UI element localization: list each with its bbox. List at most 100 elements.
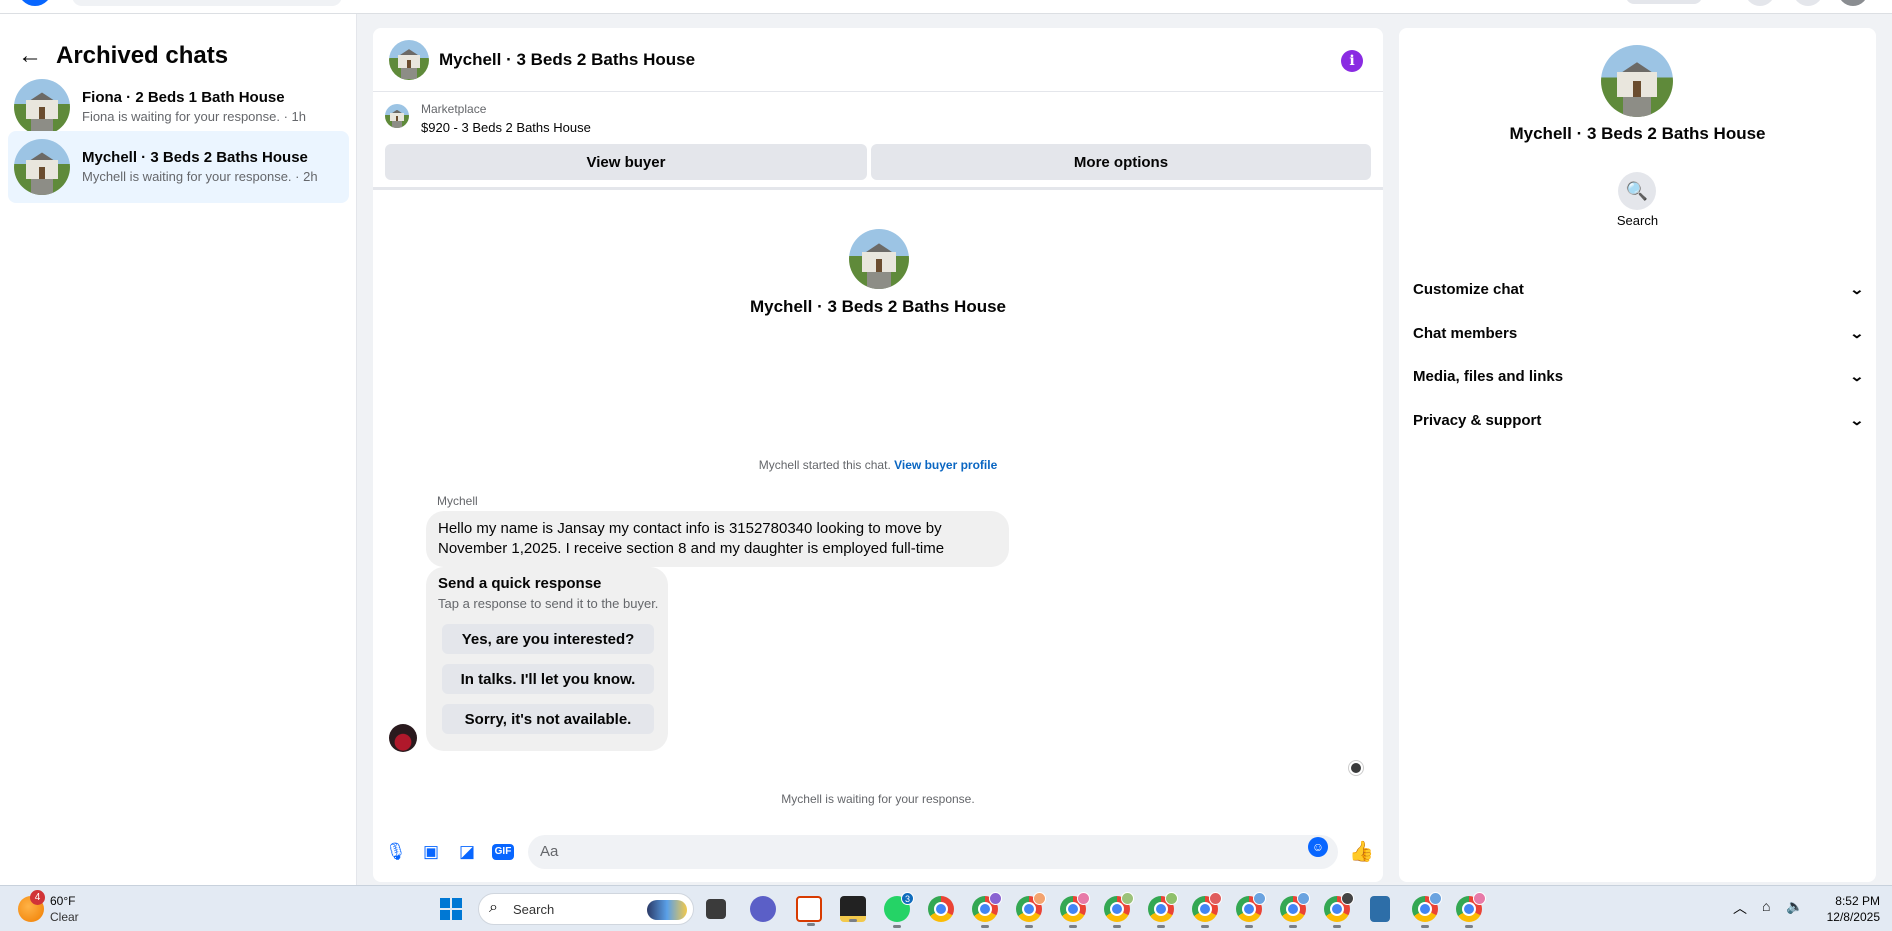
section-label: Chat members [1413,324,1518,342]
message-bubble[interactable]: Hello my name is Jansay my contact info … [426,511,1009,567]
section-chat-members[interactable]: Chat members ⌄ [1413,313,1865,353]
chrome-profile-icon[interactable] [1412,892,1442,928]
top-nav-button[interactable] [1626,0,1702,4]
profile-avatar[interactable] [849,229,909,289]
chrome-profile-icon[interactable] [1236,892,1266,928]
message-input[interactable]: Aa [528,835,1338,869]
whatsapp-icon[interactable]: 3 [884,892,914,928]
windows-start-icon[interactable] [440,898,462,920]
network-icon[interactable]: ⌂ [1762,898,1770,914]
marketplace-listing-strip: Marketplace $920 - 3 Beds 2 Baths House … [373,94,1383,190]
weather-condition[interactable]: Clear [50,910,79,924]
conversation-avatar[interactable] [389,39,429,80]
info-icon[interactable]: i [1341,50,1363,72]
search-label: Search [1616,213,1659,228]
listing-title[interactable]: $920 - 3 Beds 2 Baths House [421,120,591,135]
search-icon: ⌕ [489,899,498,916]
account-avatar[interactable] [1838,0,1868,6]
photo-icon[interactable]: ▣ [421,842,441,862]
teams-icon[interactable] [750,896,776,922]
top-navigation-bar [0,0,1892,14]
details-avatar[interactable] [1601,45,1673,117]
emoji-icon[interactable]: ☺ [1308,837,1328,857]
search-highlight-icon [647,900,687,920]
sender-avatar[interactable] [389,724,417,752]
waiting-notice: Mychell is waiting for your response. [781,792,975,806]
conversation-details-panel: Mychell · 3 Beds 2 Baths House 🔍 Search … [1399,28,1876,882]
sticky-notes-icon[interactable] [840,896,866,922]
profile-name: Mychell · 3 Beds 2 Baths House [749,297,1007,316]
quick-response-subtitle: Tap a response to send it to the buyer. [438,596,659,611]
quick-response-title: Send a quick response [438,575,602,592]
quick-response-option[interactable]: Sorry, it's not available. [442,704,654,734]
chrome-profile-icon[interactable] [972,892,1002,928]
gif-icon[interactable]: GIF [492,844,514,860]
whatsapp-badge: 3 [901,892,914,905]
facebook-logo-icon[interactable] [18,0,52,6]
message-sender-name: Mychell [437,494,478,508]
show-hidden-icons-chevron-icon[interactable]: ︿ [1733,898,1747,918]
facebook-search-bar[interactable] [72,0,342,6]
conversation-title[interactable]: Mychell · 3 Beds 2 Baths House [439,50,695,70]
taskbar-search-label: Search [513,902,555,917]
view-buyer-button[interactable]: View buyer [385,144,867,180]
volume-icon[interactable]: 🔈 [1786,898,1803,915]
task-view-icon[interactable] [706,899,726,919]
view-buyer-profile-link[interactable]: View buyer profile [894,458,997,472]
panel-title: Archived chats [56,42,229,69]
microphone-icon[interactable]: 🎙 [385,842,407,862]
notifications-icon[interactable] [1793,0,1823,6]
chrome-profile-icon[interactable] [1456,892,1486,928]
chat-item-mychell[interactable]: Mychell · 3 Beds 2 Baths House Mychell i… [8,131,349,203]
quick-response-card: Send a quick response Tap a response to … [426,567,668,751]
more-options-button[interactable]: More options [871,144,1371,180]
weather-temperature[interactable]: 60°F [50,894,75,908]
chrome-profile-icon[interactable] [1060,892,1090,928]
conversation-panel: Mychell · 3 Beds 2 Baths House i Marketp… [373,28,1383,882]
chat-avatar [14,139,70,195]
chevron-down-icon: ⌄ [1849,324,1865,341]
windows-taskbar: 4 60°F Clear ⌕ Search 3 ︿ ⌂ 🔈 8:52 PM 12… [0,885,1892,931]
section-label: Media, files and links [1413,367,1564,385]
thumbs-up-icon[interactable]: 👍 [1349,840,1374,864]
message-composer: 🎙 ▣ ◪ GIF Aa ☺ 👍 [373,830,1383,876]
search-icon: 🔍 [1625,180,1649,201]
chat-title: Fiona · 2 Beds 1 Bath House [82,89,285,106]
section-label: Customize chat [1413,280,1524,298]
menu-icon[interactable] [1745,0,1775,6]
chevron-down-icon: ⌄ [1849,411,1865,428]
archived-chats-panel: ← Archived chats Fiona · 2 Beds 1 Bath H… [0,14,357,885]
chat-started-notice: Mychell started this chat. View buyer pr… [373,458,1383,472]
chat-title: Mychell · 3 Beds 2 Baths House [82,149,308,166]
section-privacy-support[interactable]: Privacy & support ⌄ [1413,400,1865,440]
section-label: Privacy & support [1413,411,1542,429]
clock-date[interactable]: 12/8/2025 [1820,910,1880,924]
section-customize-chat[interactable]: Customize chat ⌄ [1413,269,1865,309]
chrome-profile-icon[interactable] [1280,892,1310,928]
sticker-icon[interactable]: ◪ [457,842,477,862]
chat-subtitle: Mychell is waiting for your response. · … [82,169,318,184]
chrome-profile-icon[interactable] [1148,892,1178,928]
section-media-files-links[interactable]: Media, files and links ⌄ [1413,356,1865,396]
quick-response-option[interactable]: In talks. I'll let you know. [442,664,654,694]
chat-subtitle: Fiona is waiting for your response. · 1h [82,109,306,124]
chevron-down-icon: ⌄ [1849,367,1865,384]
calculator-icon[interactable] [1370,896,1390,922]
back-arrow-icon[interactable]: ← [18,43,44,69]
marketplace-label: Marketplace [421,102,487,116]
snipping-tool-icon[interactable] [796,896,822,926]
quick-response-option[interactable]: Yes, are you interested? [442,624,654,654]
chrome-profile-icon[interactable] [1324,892,1354,928]
details-name: Mychell · 3 Beds 2 Baths House [1509,124,1766,143]
chrome-profile-icon[interactable] [1192,892,1222,928]
chat-avatar [14,79,70,135]
search-in-conversation-button[interactable]: 🔍 [1618,172,1656,210]
listing-thumbnail[interactable] [385,104,409,128]
chat-started-text: Mychell started this chat. [758,458,891,472]
chrome-profile-icon[interactable] [1104,892,1134,928]
weather-badge: 4 [30,890,45,905]
chrome-icon[interactable] [928,896,954,922]
taskbar-search[interactable]: ⌕ Search [478,893,694,925]
chrome-profile-icon[interactable] [1016,892,1046,928]
clock-time[interactable]: 8:52 PM [1820,894,1880,908]
